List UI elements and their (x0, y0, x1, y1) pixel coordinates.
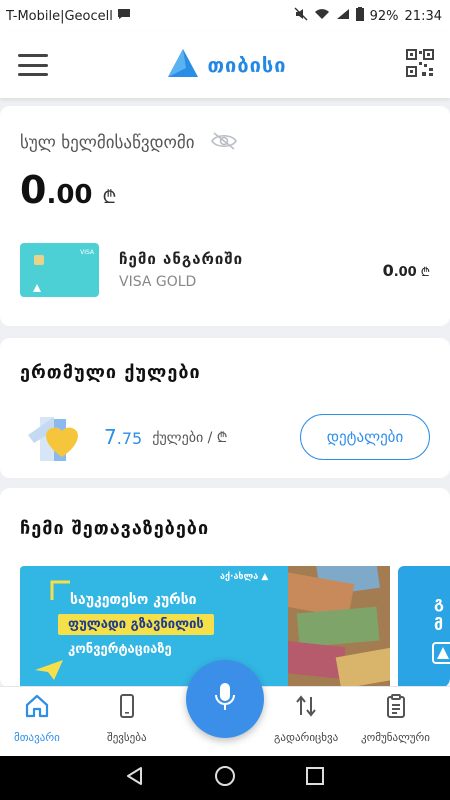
signal-icon (336, 8, 350, 24)
card-brand: VISA (80, 249, 94, 256)
balance-currency: ₾ (102, 187, 117, 208)
promo-line-1: საუკეთესო კურსი (70, 592, 197, 608)
account-name: ჩემი ანგარიში (119, 250, 244, 268)
next-promo-banner[interactable]: გმ (398, 566, 450, 688)
wifi-icon (314, 8, 330, 24)
balance-amount-int: 0 (20, 168, 47, 212)
offers-card: ჩემი შეთავაზებები აქ·ახლა ▲ საუკეთესო კუ… (0, 488, 450, 688)
battery-percent: 92% (369, 8, 399, 24)
account-balance-int: 0 (382, 260, 394, 280)
carrier-name: T-Mobile|Geocell (6, 8, 113, 24)
logo: თიბისი (167, 48, 286, 82)
card-thumbnail: VISA (20, 243, 99, 297)
logo-text: თიბისი (207, 53, 287, 77)
promo-frame-icon (50, 580, 72, 606)
points-value: 7.75 (104, 425, 142, 449)
nav-item-top-up[interactable]: შევსება (107, 693, 147, 744)
phone-icon (114, 693, 140, 723)
next-banner-glyphs: გმ (434, 593, 444, 634)
mute-icon (294, 7, 308, 25)
system-nav-bar (0, 756, 450, 800)
points-title: ერთმული ქულები (20, 362, 201, 383)
account-type: VISA GOLD (119, 274, 197, 290)
next-banner-logo-icon (432, 642, 450, 668)
account-balance: 0.00 ₾ (383, 261, 430, 280)
banknotes-image (279, 566, 390, 688)
battery-icon (355, 7, 364, 25)
account-currency: ₾ (420, 264, 430, 279)
nav-item-home[interactable]: მთავარი (14, 693, 60, 744)
paper-plane-icon (34, 658, 64, 686)
total-balance: 0 .00 ₾ (20, 168, 116, 212)
transfer-icon (293, 693, 319, 723)
balance-card: სულ ხელმისაწვდომი 0 .00 ₾ VISA ჩემი ანგა… (0, 106, 450, 326)
app-header: თიბისი (0, 32, 450, 98)
microphone-icon (214, 682, 236, 716)
logo-mark-icon (167, 48, 199, 82)
promo-tag: აქ·ახლა ▲ (220, 572, 269, 582)
status-bar: T-Mobile|Geocell 92% 21:34 (0, 0, 450, 32)
card-chip-icon (34, 255, 44, 265)
voice-assistant-button[interactable] (186, 660, 264, 738)
nav-item-transfer[interactable]: გადარიცხვა (274, 693, 338, 744)
clock: 21:34 (404, 8, 442, 24)
qr-code-icon[interactable] (405, 49, 434, 81)
back-icon[interactable] (125, 766, 145, 790)
balance-label: სულ ხელმისაწვდომი (20, 133, 195, 153)
message-icon (117, 8, 131, 24)
eye-hidden-icon[interactable] (210, 132, 237, 154)
nav-label-home: მთავარი (14, 731, 60, 744)
clipboard-icon (383, 693, 409, 723)
points-card: ერთმული ქულები 7.75 ქულები / ₾ დეტალები (0, 338, 450, 478)
account-balance-dec: .00 (393, 264, 417, 280)
recents-icon[interactable] (305, 766, 325, 790)
offers-title: ჩემი შეთავაზებები (20, 518, 210, 539)
points-unit: ქულები / ₾ (152, 429, 228, 446)
nav-label-top-up: შევსება (107, 731, 147, 744)
details-button[interactable]: დეტალები (300, 414, 430, 460)
account-row[interactable]: VISA ჩემი ანგარიში VISA GOLD 0.00 ₾ (20, 242, 430, 298)
menu-icon[interactable] (18, 54, 48, 76)
nav-label-transfer: გადარიცხვა (274, 731, 339, 744)
points-value-int: 7 (104, 425, 117, 449)
nav-item-utilities[interactable]: კომუნალური (361, 693, 430, 744)
nav-label-utilities: კომუნალური (361, 731, 430, 744)
points-heart-icon (20, 409, 84, 465)
home-circle-icon[interactable] (214, 765, 236, 791)
points-value-dec: .75 (116, 429, 143, 448)
promo-line-3: კონვერტაციაზე (68, 642, 172, 657)
balance-amount-dec: .00 (46, 180, 93, 210)
promo-line-2: ფულადი გზავნილის (58, 614, 214, 635)
card-logo-icon (33, 277, 41, 296)
home-icon (24, 693, 50, 723)
